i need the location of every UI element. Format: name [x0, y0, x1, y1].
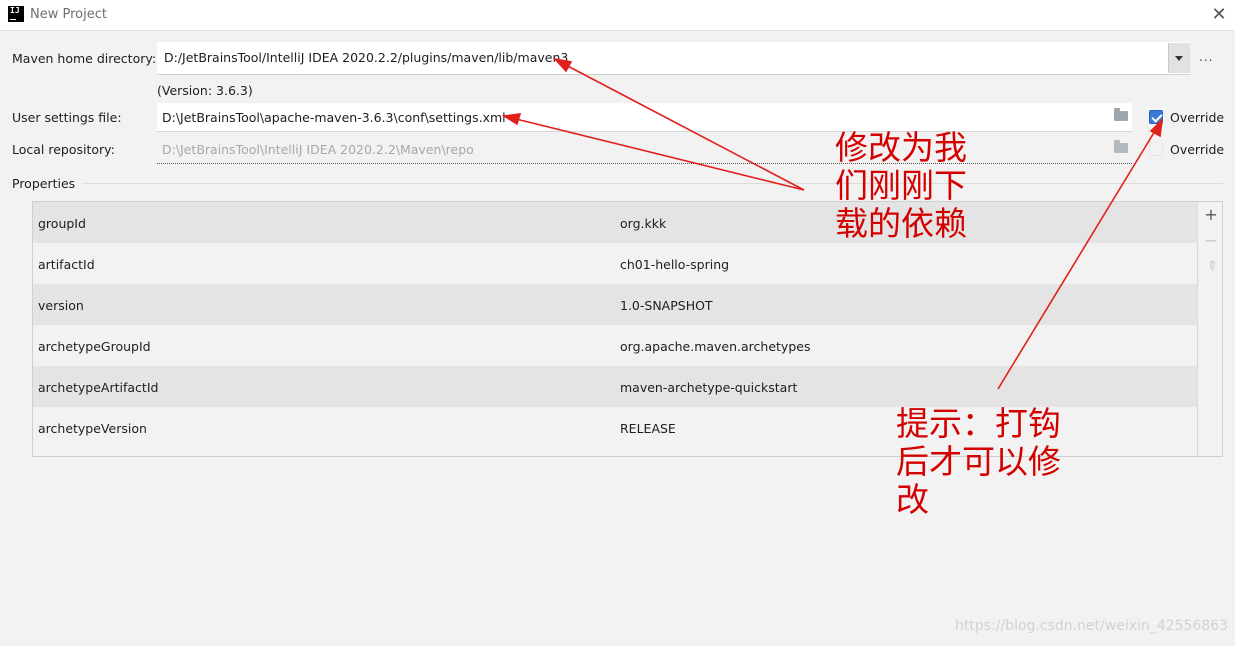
property-value[interactable]: org.kkk — [620, 216, 666, 231]
maven-version-text: (Version: 3.6.3) — [157, 83, 253, 98]
property-key: archetypeGroupId — [38, 339, 151, 354]
remove-icon[interactable]: − — [1204, 233, 1218, 249]
watermark: https://blog.csdn.net/weixin_42556863 — [955, 618, 1229, 634]
property-value[interactable]: maven-archetype-quickstart — [620, 380, 797, 395]
property-key: version — [38, 298, 84, 313]
local-repository-value: D:\JetBrainsTool\IntelliJ IDEA 2020.2.2\… — [162, 142, 474, 157]
user-settings-value: D:\JetBrainsTool\apache-maven-3.6.3\conf… — [162, 110, 506, 125]
properties-toolbar: + − ✎ — [1197, 202, 1224, 456]
property-key: groupId — [38, 216, 86, 231]
property-key: artifactId — [38, 257, 95, 272]
chevron-down-icon[interactable] — [1168, 43, 1190, 73]
properties-separator — [82, 183, 1223, 184]
close-icon[interactable]: ✕ — [1207, 3, 1231, 27]
annotation-modify-note: 修改为我们刚刚下载的依赖 — [835, 128, 967, 243]
user-settings-field[interactable]: D:\JetBrainsTool\apache-maven-3.6.3\conf… — [157, 103, 1132, 132]
local-repository-label: Local repository: — [12, 142, 115, 157]
annotation-hint-note: 提示：打钩后才可以修改 — [896, 404, 1061, 519]
table-row[interactable]: artifactId ch01-hello-spring — [33, 243, 1197, 284]
table-row[interactable]: version 1.0-SNAPSHOT — [33, 284, 1197, 325]
intellij-app-icon: IJ — [8, 6, 24, 22]
property-value[interactable]: RELEASE — [620, 421, 676, 436]
settings-override-label[interactable]: Override — [1170, 110, 1224, 125]
table-row[interactable]: groupId org.kkk — [33, 202, 1197, 243]
edit-icon[interactable]: ✎ — [1201, 257, 1221, 277]
settings-override-checkbox[interactable] — [1149, 110, 1163, 124]
property-value[interactable]: org.apache.maven.archetypes — [620, 339, 810, 354]
user-settings-label: User settings file: — [12, 110, 122, 125]
maven-home-label: Maven home directory: — [12, 51, 157, 66]
property-value[interactable]: ch01-hello-spring — [620, 257, 729, 272]
property-key: archetypeArtifactId — [38, 380, 159, 395]
maven-home-combobox[interactable]: D:/JetBrainsTool/IntelliJ IDEA 2020.2.2/… — [157, 42, 1190, 75]
table-row[interactable]: archetypeGroupId org.apache.maven.archet… — [33, 325, 1197, 366]
property-key: archetypeVersion — [38, 421, 147, 436]
title-bar: IJ New Project ✕ — [0, 0, 1235, 31]
repository-override-checkbox[interactable] — [1149, 142, 1163, 156]
folder-icon[interactable] — [1114, 108, 1128, 121]
repository-override-label[interactable]: Override — [1170, 142, 1224, 157]
local-repository-field: D:\JetBrainsTool\IntelliJ IDEA 2020.2.2\… — [157, 135, 1132, 164]
browse-maven-home-button[interactable]: ... — [1199, 50, 1213, 64]
properties-label: Properties — [12, 176, 76, 191]
folder-icon — [1114, 140, 1128, 153]
property-value[interactable]: 1.0-SNAPSHOT — [620, 298, 713, 313]
add-icon[interactable]: + — [1204, 207, 1218, 223]
table-row[interactable]: archetypeArtifactId maven-archetype-quic… — [33, 366, 1197, 407]
window-title: New Project — [30, 7, 107, 22]
maven-home-value: D:/JetBrainsTool/IntelliJ IDEA 2020.2.2/… — [164, 50, 569, 65]
